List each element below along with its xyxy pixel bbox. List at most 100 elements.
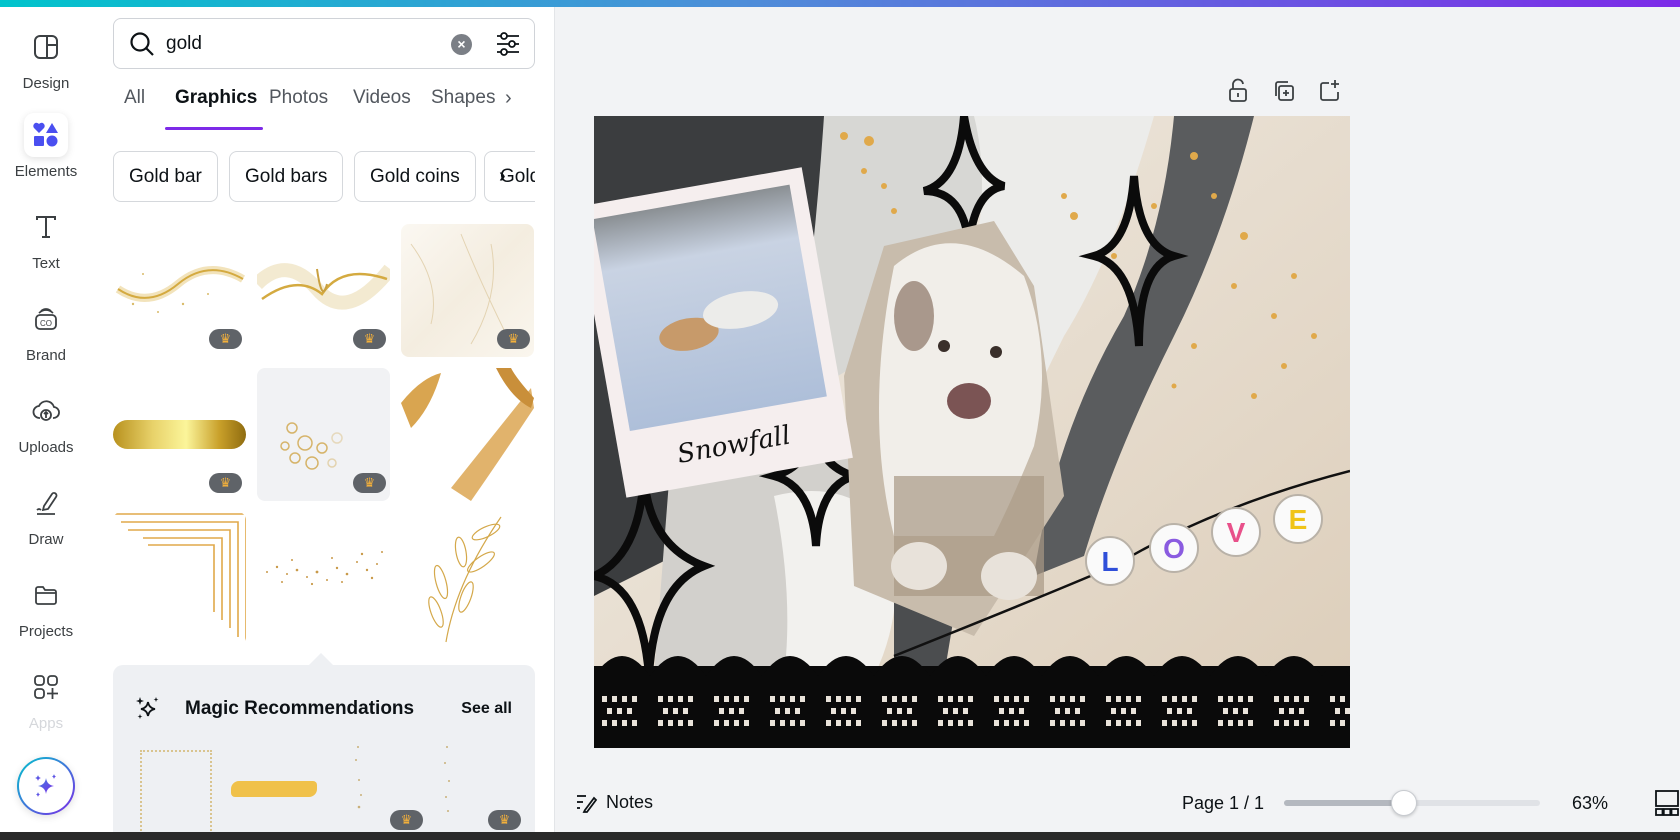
- layout-icon: [24, 25, 68, 69]
- graphic-tile[interactable]: ♛: [257, 368, 390, 501]
- zoom-slider-fill: [1284, 800, 1405, 806]
- clear-search-button[interactable]: ×: [451, 34, 472, 55]
- tab-shapes[interactable]: Shapes: [431, 87, 495, 109]
- notes-label: Notes: [606, 792, 654, 812]
- graphic-tile[interactable]: ♛: [113, 224, 246, 357]
- zoom-level[interactable]: 63%: [1572, 793, 1608, 814]
- notes-icon: [577, 794, 598, 813]
- premium-badge: ♛: [497, 329, 530, 349]
- duplicate-page-icon[interactable]: [1271, 78, 1297, 104]
- zoom-slider[interactable]: [1284, 790, 1540, 816]
- crown-icon: ♛: [219, 331, 232, 346]
- graphic-tile[interactable]: ♛: [401, 224, 534, 357]
- graphic-tile[interactable]: [257, 512, 390, 645]
- rail-item-text[interactable]: Text: [0, 205, 92, 285]
- magic-recommendations: Magic Recommendations See all ♛ ♛: [113, 653, 535, 840]
- folder-icon: [24, 573, 68, 617]
- brand-gradient-bar: [0, 0, 1680, 7]
- search-bar: ×: [113, 18, 535, 69]
- premium-badge: ♛: [390, 810, 423, 830]
- rail-label: Apps: [28, 715, 64, 732]
- search-input[interactable]: [166, 32, 446, 55]
- recommendation-item[interactable]: [231, 745, 317, 830]
- rail-item-brand[interactable]: CO Brand: [0, 297, 92, 377]
- bead: E: [1273, 494, 1323, 544]
- rail-label: Design: [22, 75, 70, 92]
- rail-item-projects[interactable]: Projects: [0, 573, 92, 653]
- see-all-link[interactable]: See all: [461, 700, 512, 718]
- filter-icon[interactable]: [494, 30, 522, 58]
- pen-icon: [24, 481, 68, 525]
- graphic-tile[interactable]: ♛: [257, 224, 390, 357]
- rail-item-uploads[interactable]: Uploads: [0, 389, 92, 469]
- bead-letter: E: [1289, 504, 1308, 535]
- rail-label: Projects: [18, 623, 74, 640]
- bead: O: [1149, 523, 1199, 573]
- zoom-slider-handle[interactable]: [1391, 790, 1418, 816]
- crown-icon: ♛: [363, 331, 376, 346]
- magic-sparkle-icon: [35, 774, 56, 797]
- text-icon: [24, 205, 68, 249]
- crown-icon: ♛: [498, 812, 511, 827]
- graphic-tile[interactable]: [113, 512, 246, 645]
- recommendation-item[interactable]: [138, 745, 218, 835]
- shapes-icon: [24, 113, 68, 157]
- bead: L: [1085, 536, 1135, 586]
- crown-icon: ♛: [363, 475, 376, 490]
- bead-letter: V: [1227, 517, 1246, 548]
- close-icon: ×: [457, 36, 466, 52]
- crown-icon: ♛: [219, 475, 232, 490]
- premium-badge: ♛: [353, 473, 386, 493]
- rail-item-draw[interactable]: Draw: [0, 481, 92, 561]
- chip-gold-bar[interactable]: Gold bar: [113, 151, 218, 202]
- unlock-icon[interactable]: [1225, 78, 1251, 104]
- rail-label: Draw: [28, 531, 64, 548]
- premium-badge: ♛: [488, 810, 521, 830]
- graphic-tile[interactable]: [401, 512, 534, 645]
- crown-icon: ♛: [507, 331, 520, 346]
- grid-view-icon[interactable]: [1654, 789, 1680, 817]
- chips-scroll-right-button[interactable]: ›: [499, 165, 506, 188]
- section-title: Magic Recommendations: [185, 698, 415, 719]
- editor-footer: Notes Page 1 / 1 63%: [556, 782, 1680, 824]
- rail-item-apps[interactable]: Apps: [0, 665, 92, 745]
- category-tabs: All Graphics Photos Videos Shapes ›: [113, 87, 535, 135]
- cloud-upload-icon: [24, 389, 68, 433]
- crown-icon: ♛: [400, 812, 413, 827]
- window-bottom-edge: [0, 832, 1680, 840]
- rail-item-elements[interactable]: Elements: [0, 113, 92, 193]
- apps-icon: [24, 665, 68, 709]
- premium-badge: ♛: [353, 329, 386, 349]
- sparkle-icon: [136, 697, 159, 719]
- page-toolbar: [1225, 78, 1343, 106]
- svg-text:CO: CO: [40, 319, 52, 328]
- premium-badge: ♛: [209, 473, 242, 493]
- add-page-icon[interactable]: [1317, 78, 1343, 104]
- suggestion-chips: Gold bar Gold bars Gold coins Gold ›: [113, 151, 535, 203]
- chip-gold-bars[interactable]: Gold bars: [229, 151, 344, 202]
- chip-gold-more[interactable]: Gold: [484, 151, 535, 202]
- magic-assistant-button[interactable]: [17, 757, 75, 815]
- tabs-scroll-right-button[interactable]: ›: [505, 87, 512, 110]
- chip-gold-coins[interactable]: Gold coins: [354, 151, 476, 202]
- rail-label: Elements: [14, 163, 78, 180]
- rail-item-design[interactable]: Design: [0, 25, 92, 105]
- lace-border: [594, 656, 1350, 748]
- tab-graphics[interactable]: Graphics: [175, 87, 257, 109]
- page-indicator[interactable]: Page 1 / 1: [1182, 793, 1264, 814]
- rail-label: Brand: [25, 347, 67, 364]
- notes-button[interactable]: Notes: [576, 792, 653, 813]
- bead-letter: L: [1101, 546, 1118, 577]
- graphic-tile[interactable]: [401, 368, 534, 501]
- recommendation-item[interactable]: ♛: [441, 745, 521, 830]
- recommendation-item[interactable]: ♛: [343, 745, 423, 830]
- tab-all[interactable]: All: [124, 87, 145, 109]
- rail-label: Text: [32, 255, 60, 272]
- dog-photo: [844, 221, 1064, 636]
- graphic-tile[interactable]: ♛: [113, 368, 246, 501]
- tab-photos[interactable]: Photos: [269, 87, 328, 109]
- bead: V: [1211, 507, 1261, 557]
- tab-videos[interactable]: Videos: [353, 87, 411, 109]
- popover-notch: [309, 653, 333, 665]
- design-canvas[interactable]: Snowfall L O V E: [594, 116, 1350, 748]
